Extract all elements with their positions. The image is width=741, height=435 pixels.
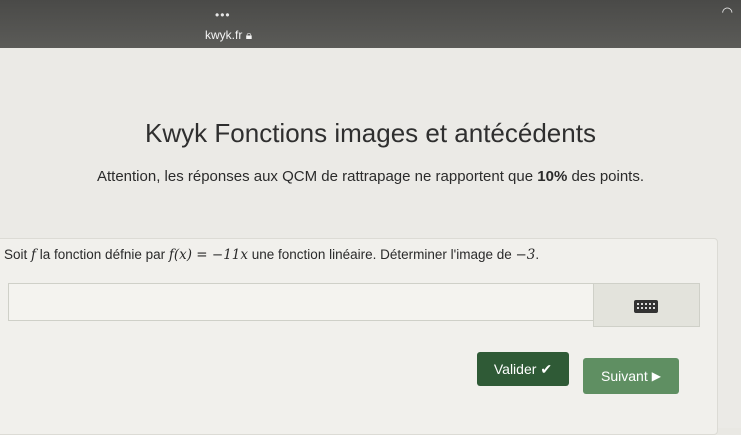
question-part-1: Soit — [4, 247, 32, 262]
question-text: Soit f la fonction défnie par f(x) = −11… — [4, 247, 539, 263]
play-arrow-icon: ▶ — [651, 369, 661, 383]
wifi-icon: ◠ — [721, 4, 733, 19]
lock-icon: 🔒︎ — [245, 28, 253, 42]
browser-top-bar: ••• kwyk.fr 🔒︎ ◠ — [0, 0, 741, 48]
answer-input[interactable] — [8, 283, 593, 321]
keyboard-icon — [634, 300, 658, 313]
validate-button[interactable]: Valider ✔ — [477, 352, 569, 386]
validate-label: Valider — [493, 361, 537, 377]
notice-percentage: 10% — [537, 168, 568, 185]
exercise-card — [0, 238, 718, 435]
question-part-2: la fonction défnie par — [36, 247, 169, 262]
function-formula: f(x) = −11x — [168, 247, 249, 263]
page-title: Kwyk Fonctions images et antécédents — [145, 118, 596, 148]
question-part-3: une fonction linéaire. Déterminer l'imag… — [248, 247, 516, 262]
address-bar[interactable]: kwyk.fr 🔒︎ — [205, 28, 252, 43]
tab-menu-dots[interactable]: ••• — [215, 8, 231, 22]
question-value: −3 — [515, 247, 536, 263]
notice-after: des points. — [567, 168, 645, 185]
next-label: Suivant — [601, 368, 648, 384]
notice-text: Attention, les réponses aux QCM de rattr… — [0, 168, 741, 185]
virtual-keyboard-button[interactable] — [593, 283, 700, 327]
checkmark-icon: ✔ — [540, 360, 553, 377]
next-button[interactable]: Suivant ▶ — [583, 358, 679, 394]
url-text: kwyk.fr — [205, 28, 243, 42]
notice-before: Attention, les réponses aux QCM de rattr… — [96, 168, 538, 185]
question-end: . — [535, 247, 540, 262]
